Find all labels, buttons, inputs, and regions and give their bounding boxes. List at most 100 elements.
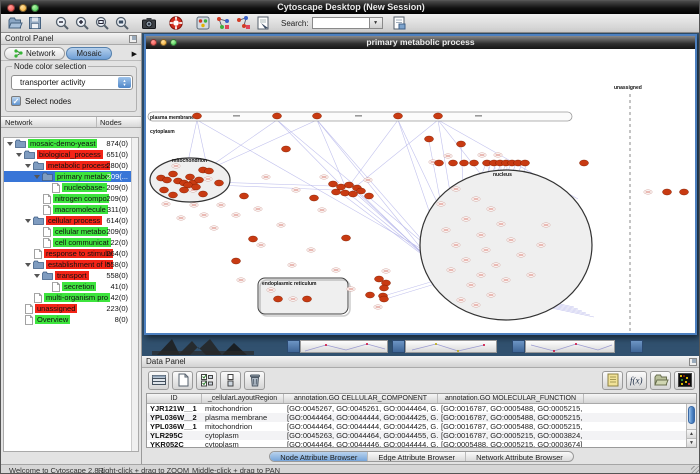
network-node[interactable] — [195, 177, 204, 183]
network-node[interactable] — [199, 191, 208, 197]
network-node[interactable] — [341, 190, 350, 196]
tab-edge-attribute-browser[interactable]: Edge Attribute Browser — [368, 452, 466, 461]
network-node[interactable] — [663, 189, 672, 195]
background-frame-edge[interactable] — [512, 340, 525, 353]
network-node[interactable] — [349, 191, 358, 197]
network-node[interactable] — [470, 160, 479, 166]
table-row-YPL036W__1[interactable]: YPL036W__1mitochondrion[GO:0044464, GO:0… — [147, 422, 696, 431]
disclosure-triangle-icon[interactable] — [16, 153, 22, 157]
tab-network-attribute-browser[interactable]: Network Attribute Browser — [466, 452, 573, 461]
tree-row-overview[interactable]: Overview8(0) — [4, 314, 138, 325]
tree-row-unassigned[interactable]: unassigned223(0) — [4, 303, 138, 314]
table-row-YKR052C[interactable]: YKR052Ccytoplasm[GO:0044464, GO:0044446,… — [147, 440, 696, 448]
table-row-YJR121W__1[interactable]: YJR121W__1mitochondrion[GO:0045267, GO:0… — [147, 404, 696, 413]
network-node[interactable] — [357, 188, 366, 194]
open-button[interactable] — [5, 15, 25, 32]
network-node[interactable] — [169, 192, 178, 198]
network-node[interactable] — [249, 236, 258, 242]
search-dropdown-button[interactable]: ▼ — [370, 17, 383, 29]
network-node[interactable] — [205, 168, 214, 174]
network-node[interactable] — [345, 182, 354, 188]
network-canvas[interactable]: plasma membranecytoplasmmitochondrionnuc… — [146, 49, 695, 333]
tree-row-metabolic-process[interactable]: metabolic process280(0) — [4, 160, 138, 171]
scroll-down-button[interactable]: ▼ — [687, 438, 696, 447]
tree-row-nucleobase-[interactable]: nucleobase-209(0) — [4, 182, 138, 193]
network-node[interactable] — [169, 171, 178, 177]
network-node[interactable] — [332, 189, 341, 195]
tree-scrollbar[interactable] — [131, 138, 138, 451]
background-frame-thumb[interactable] — [525, 340, 615, 353]
zoom-in-button[interactable] — [72, 15, 92, 32]
formula-builder-button[interactable]: f(x) — [626, 371, 647, 390]
attribute-pair-button[interactable] — [220, 371, 241, 390]
tab-network[interactable]: Network — [4, 47, 65, 60]
network-view-titlebar[interactable]: primary metabolic process — [146, 36, 695, 49]
snapshot-button[interactable] — [139, 15, 159, 32]
network-node[interactable] — [180, 187, 189, 193]
column-network[interactable]: Network — [1, 117, 97, 127]
table-header-3[interactable]: annotation.GO MOLECULAR_FUNCTION — [438, 394, 584, 403]
layout-1-button[interactable] — [213, 15, 233, 32]
disclosure-triangle-icon[interactable] — [25, 219, 31, 223]
tree-row-macromolecule[interactable]: macromolecule311(0) — [4, 204, 138, 215]
tree-row-cell-communicat[interactable]: cell communicat22(0) — [4, 237, 138, 248]
disclosure-triangle-icon[interactable] — [7, 142, 13, 146]
search-input[interactable] — [312, 17, 370, 29]
tree-row-response-to-stimulu[interactable]: response to stimulu264(0) — [4, 248, 138, 259]
disclosure-triangle-icon[interactable] — [25, 164, 31, 168]
zoom-out-button[interactable] — [52, 15, 72, 32]
zoom-selected-button[interactable] — [112, 15, 132, 32]
annotation-button[interactable] — [253, 15, 273, 32]
table-row-YLR295C[interactable]: YLR295Ccytoplasm[GO:0045263, GO:0044464,… — [147, 431, 696, 440]
network-node[interactable] — [680, 189, 689, 195]
node-color-dropdown[interactable]: transporter activity ▲▼ — [11, 75, 133, 90]
background-frame-thumb[interactable] — [300, 340, 388, 353]
column-nodes[interactable]: Nodes — [97, 117, 141, 127]
network-node[interactable] — [303, 296, 312, 302]
delete-attribute-button[interactable] — [244, 371, 265, 390]
network-node[interactable] — [232, 258, 241, 264]
background-frame-edge[interactable] — [392, 340, 405, 353]
new-attribute-button[interactable] — [172, 371, 193, 390]
network-node[interactable] — [521, 160, 530, 166]
network-node[interactable] — [380, 285, 389, 291]
network-node[interactable] — [215, 180, 224, 186]
network-node[interactable] — [449, 160, 458, 166]
tree-row-multi-organism-pro[interactable]: multi-organism pro42(0) — [4, 292, 138, 303]
table-row-YPL036W__2[interactable]: YPL036W__2plasma membrane[GO:0044464, GO… — [147, 413, 696, 422]
network-node[interactable] — [457, 141, 466, 147]
select-nodes-checkbox[interactable]: ✓ — [11, 96, 21, 106]
network-node[interactable] — [310, 195, 319, 201]
tree-row-cellular-metabo[interactable]: cellular metabo209(0) — [4, 226, 138, 237]
network-node[interactable] — [160, 187, 169, 193]
table-scrollbar[interactable]: ▲ ▼ — [686, 404, 696, 447]
import-attributes-button[interactable] — [602, 371, 623, 390]
select-attributes-button[interactable] — [196, 371, 217, 390]
network-node[interactable] — [273, 113, 282, 119]
tree-row-mosaic-demo-yeast[interactable]: mosaic-demo-yeast874(0) — [4, 138, 138, 149]
network-node[interactable] — [329, 181, 338, 187]
layout-2-button[interactable] — [233, 15, 253, 32]
tree-row-transport[interactable]: transport558(0) — [4, 270, 138, 281]
tree-row-biological-process[interactable]: biological_process651(0) — [4, 149, 138, 160]
network-node[interactable] — [192, 184, 201, 190]
network-node[interactable] — [240, 193, 249, 199]
network-node[interactable] — [366, 292, 375, 298]
tab-node-attribute-browser[interactable]: Node Attribute Browser — [270, 452, 368, 461]
tree-row-cellular-process[interactable]: cellular process614(0) — [4, 215, 138, 226]
network-node[interactable] — [435, 160, 444, 166]
tree-row-secretion[interactable]: secretion41(0) — [4, 281, 138, 292]
save-button[interactable] — [25, 15, 45, 32]
network-node[interactable] — [193, 113, 202, 119]
network-node[interactable] — [425, 136, 434, 142]
network-node[interactable] — [460, 160, 469, 166]
network-node[interactable] — [580, 160, 589, 166]
open-folder-button[interactable] — [650, 371, 671, 390]
background-frame-thumb[interactable] — [405, 340, 497, 353]
vizmapper-button[interactable] — [193, 15, 213, 32]
network-node[interactable] — [394, 113, 403, 119]
tree-row-nitrogen-compo[interactable]: nitrogen compo209(0) — [4, 193, 138, 204]
background-frame-edge[interactable] — [630, 340, 643, 353]
scrollbar-thumb[interactable] — [688, 406, 695, 424]
network-node[interactable] — [282, 146, 291, 152]
